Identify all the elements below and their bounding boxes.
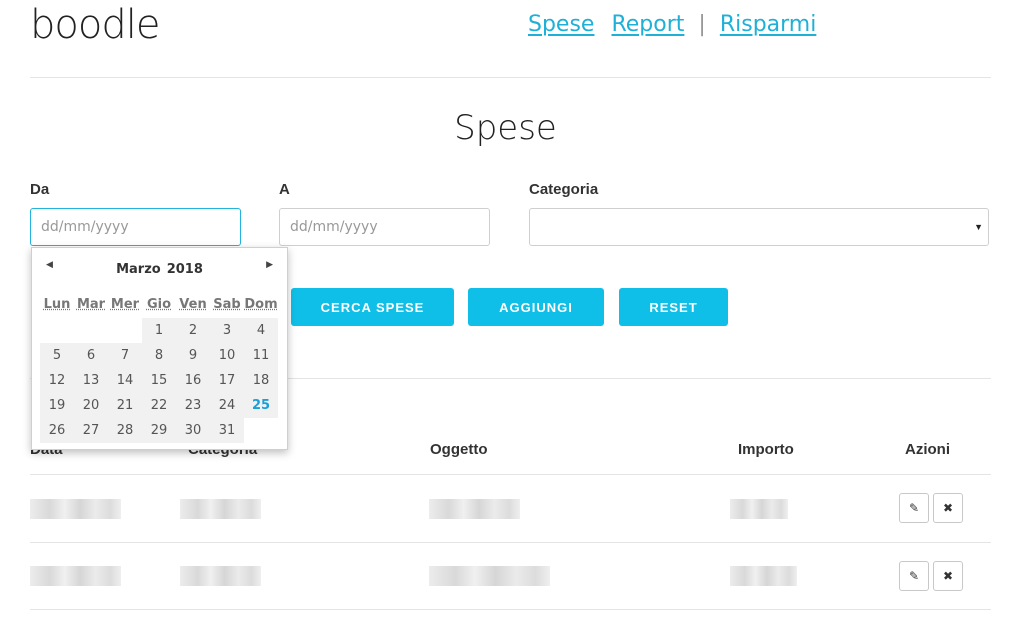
column-header-importo: Importo — [738, 441, 794, 458]
calendar-day[interactable]: 7 — [108, 343, 142, 368]
calendar-day[interactable]: 24 — [210, 393, 244, 418]
weekday-header: Dom — [244, 297, 278, 312]
weekday-header: Mer — [110, 297, 140, 312]
calendar-day[interactable]: 28 — [108, 418, 142, 443]
calendar-day[interactable]: 15 — [142, 368, 176, 393]
delete-button[interactable]: ✖ — [933, 561, 963, 591]
edit-button[interactable]: ✎ — [899, 561, 929, 591]
calendar-day[interactable]: 10 — [210, 343, 244, 368]
datepicker-month-year: Marzo 2018 — [32, 262, 287, 277]
triangle-right-icon[interactable]: ▶ — [266, 260, 273, 270]
table-header-divider — [30, 474, 991, 475]
aggiungi-button[interactable]: AGGIUNGI — [468, 288, 604, 326]
row-divider — [30, 542, 991, 543]
header-divider — [30, 77, 991, 78]
row-importo-cell-redacted — [730, 566, 797, 586]
da-label: Da — [30, 181, 50, 198]
weekday-header: Lun — [43, 297, 71, 312]
weekday-header: Ven — [179, 297, 207, 312]
calendar-day[interactable]: 17 — [210, 368, 244, 393]
calendar-day[interactable]: 11 — [244, 343, 278, 368]
weekday-header: Mar — [76, 297, 106, 312]
calendar-day[interactable]: 22 — [142, 393, 176, 418]
row-oggetto-cell-redacted — [429, 566, 550, 586]
calendar-day[interactable]: 6 — [74, 343, 108, 368]
row-categoria-cell-redacted — [180, 566, 261, 586]
cerca-spese-button[interactable]: CERCA SPESE — [291, 288, 454, 326]
datepicker-popup: ◀ Marzo 2018 ▶ Lun Mar Mer Gio Ven Sab Dom 1 2 3 4 5… — [31, 247, 288, 450]
calendar-day[interactable]: 5 — [40, 343, 74, 368]
pencil-icon: ✎ — [908, 569, 920, 583]
calendar-day[interactable]: 30 — [176, 418, 210, 443]
row-divider — [30, 609, 991, 610]
calendar-day[interactable]: 8 — [142, 343, 176, 368]
calendar-day[interactable]: 4 — [244, 318, 278, 343]
calendar-day[interactable]: 23 — [176, 393, 210, 418]
top-nav: Spese Report | Risparmi — [528, 12, 816, 37]
calendar-day[interactable]: 14 — [108, 368, 142, 393]
nav-link-risparmi[interactable]: Risparmi — [720, 12, 817, 37]
reset-button[interactable]: RESET — [619, 288, 728, 326]
nav-link-report[interactable]: Report — [611, 12, 684, 37]
nav-separator: | — [698, 12, 706, 37]
calendar-day[interactable]: 3 — [210, 318, 244, 343]
nav-link-spese[interactable]: Spese — [528, 12, 594, 37]
calendar-day[interactable]: 9 — [176, 343, 210, 368]
weekday-header: Sab — [213, 297, 241, 312]
delete-button[interactable]: ✖ — [933, 493, 963, 523]
calendar-day[interactable]: 27 — [74, 418, 108, 443]
a-label: A — [279, 181, 290, 198]
a-date-input[interactable] — [279, 208, 490, 246]
calendar-day[interactable]: 31 — [210, 418, 244, 443]
calendar-day[interactable]: 19 — [40, 393, 74, 418]
row-data-cell-redacted — [30, 499, 121, 519]
row-data-cell-redacted — [30, 566, 121, 586]
calendar-day[interactable]: 2 — [176, 318, 210, 343]
da-date-input[interactable] — [30, 208, 241, 246]
column-header-oggetto: Oggetto — [430, 441, 488, 458]
calendar-day[interactable]: 21 — [108, 393, 142, 418]
calendar-day[interactable]: 16 — [176, 368, 210, 393]
page-title: Spese — [454, 108, 557, 148]
calendar-day[interactable]: 29 — [142, 418, 176, 443]
calendar-day[interactable]: 12 — [40, 368, 74, 393]
pencil-icon: ✎ — [908, 501, 920, 515]
dropdown-arrow-icon: ▼ — [974, 222, 983, 232]
calendar-day-today[interactable]: 25 — [244, 393, 278, 418]
row-oggetto-cell-redacted — [429, 499, 520, 519]
datepicker-month: Marzo — [116, 262, 161, 277]
calendar-day[interactable]: 13 — [74, 368, 108, 393]
close-icon: ✖ — [942, 501, 954, 515]
edit-button[interactable]: ✎ — [899, 493, 929, 523]
categoria-label: Categoria — [529, 181, 599, 198]
weekday-header: Gio — [146, 297, 172, 312]
calendar-day[interactable]: 18 — [244, 368, 278, 393]
brand-logo[interactable]: boodle — [30, 2, 160, 48]
calendar-day[interactable]: 26 — [40, 418, 74, 443]
row-categoria-cell-redacted — [180, 499, 261, 519]
row-importo-cell-redacted — [730, 499, 788, 519]
column-header-azioni: Azioni — [905, 441, 950, 458]
calendar-day[interactable]: 1 — [142, 318, 176, 343]
calendar-day[interactable]: 20 — [74, 393, 108, 418]
datepicker-year: 2018 — [166, 262, 203, 277]
close-icon: ✖ — [942, 569, 954, 583]
categoria-select[interactable]: ▼ — [529, 208, 989, 246]
